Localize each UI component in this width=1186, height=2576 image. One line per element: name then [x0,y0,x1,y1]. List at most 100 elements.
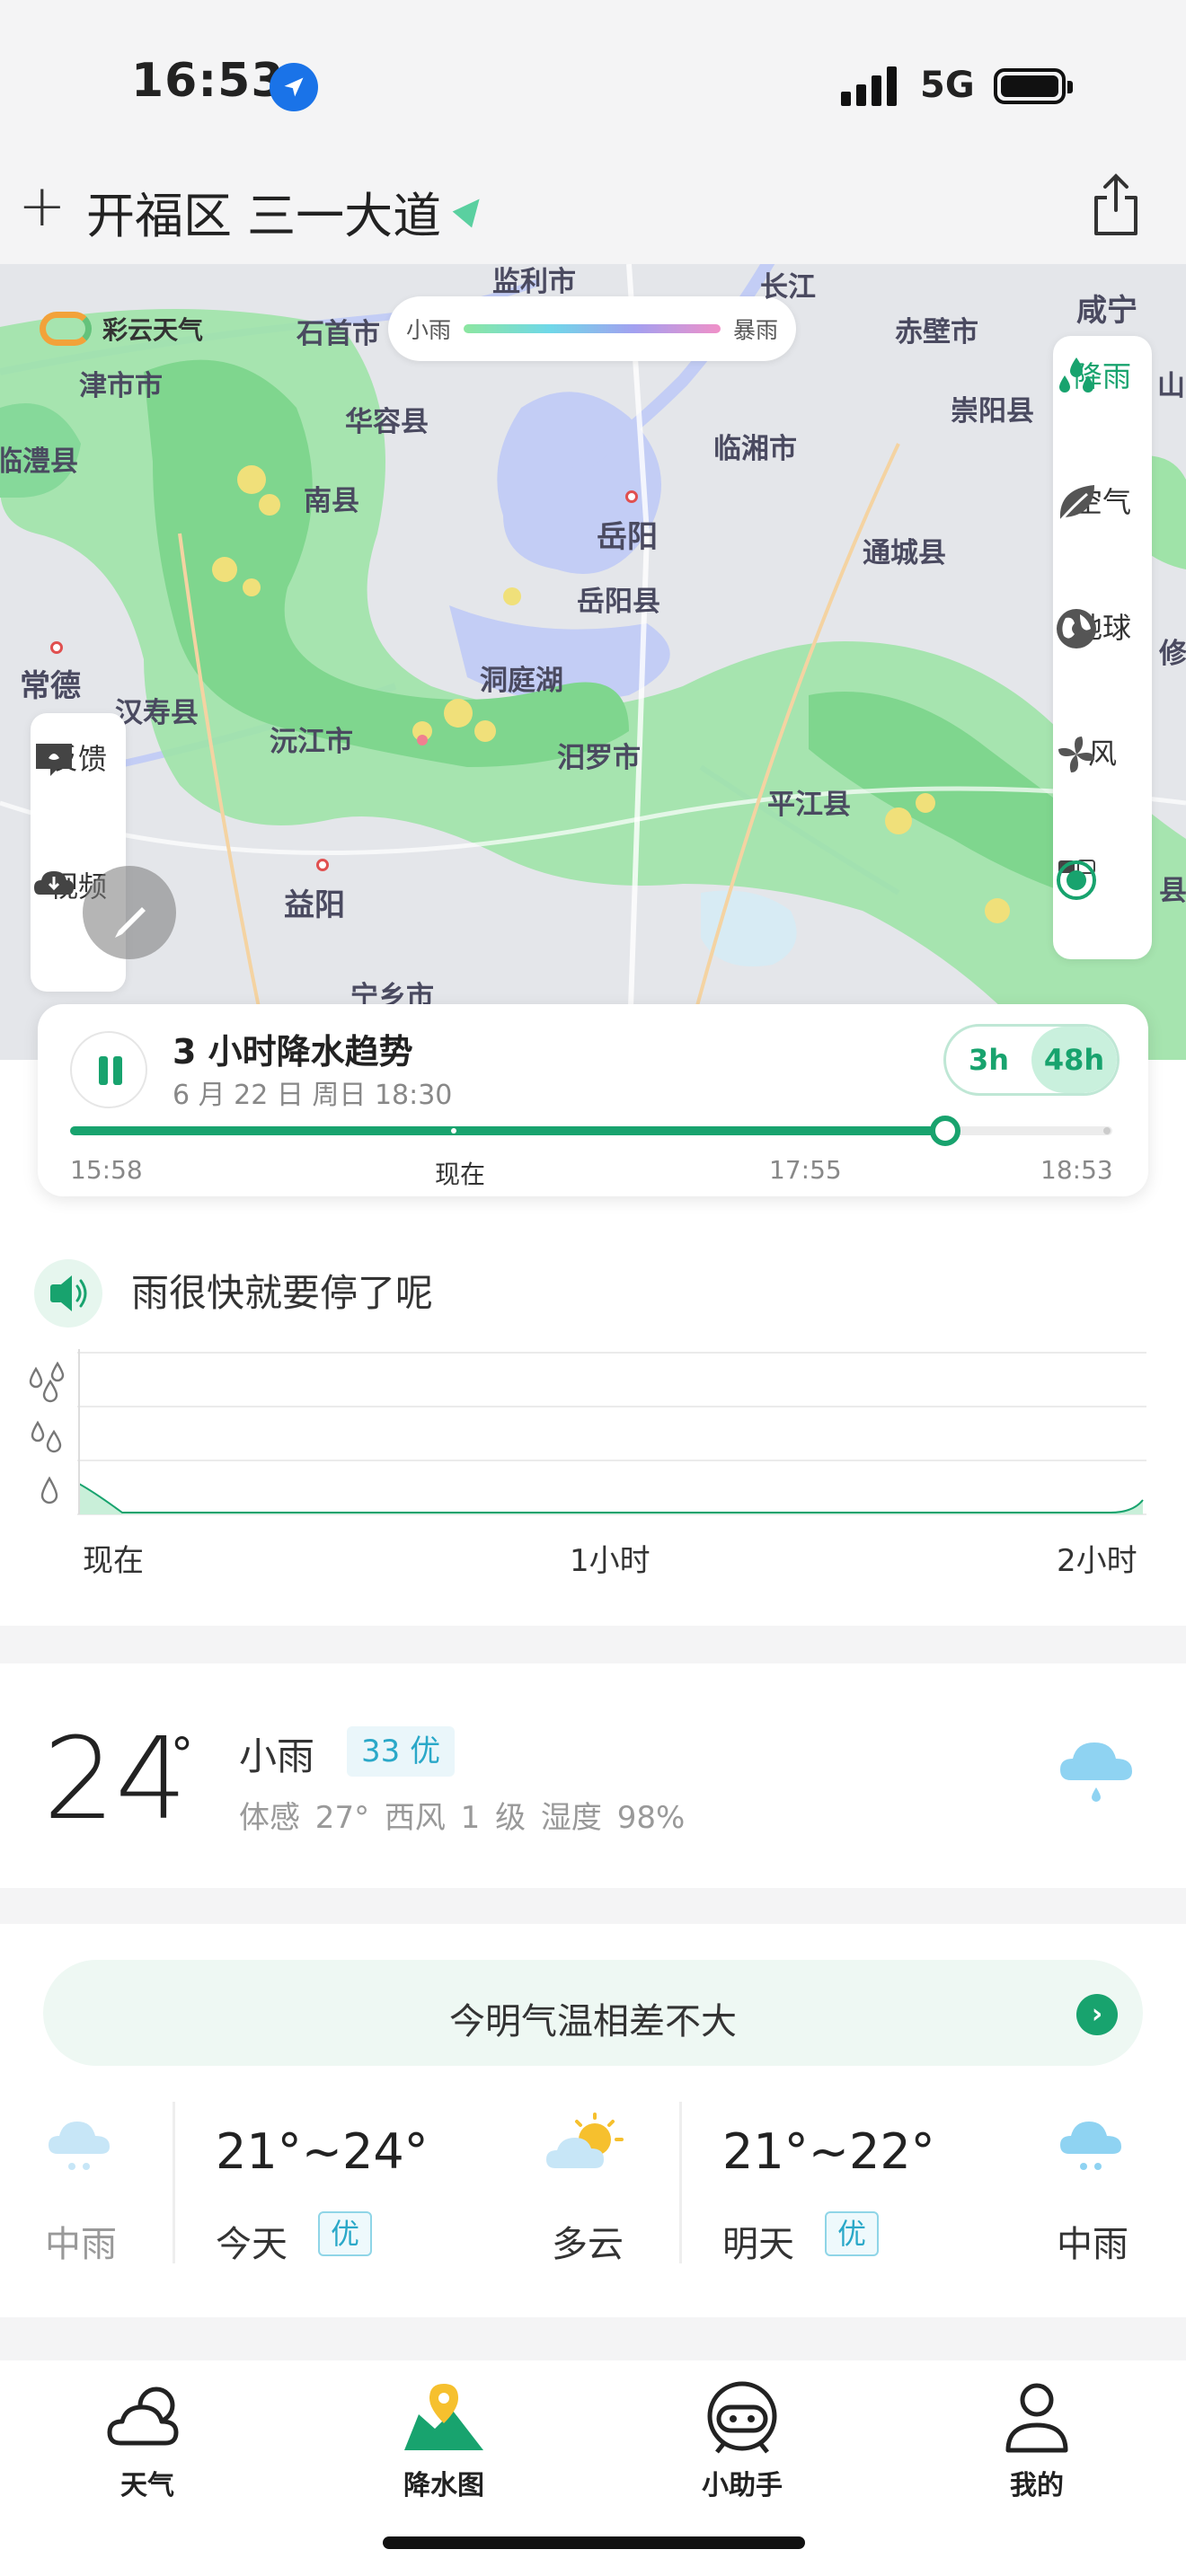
city-marker [316,859,329,871]
nav-profile[interactable]: 我的 [947,2378,1127,2502]
map-label: 临湘市 [713,433,797,465]
nav-assistant-label: 小助手 [702,2470,783,2501]
profile-icon [1005,2383,1068,2453]
video-icon [34,871,74,895]
feedback-button[interactable]: 反馈 [31,737,126,778]
map-label: 监利市 [492,266,576,298]
layer-rain-button[interactable]: 降雨 [1053,354,1152,395]
today-right-condition: 多云 [552,2224,624,2265]
x-label-1h: 1小时 [570,1543,651,1579]
assistant-icon [707,2381,777,2454]
clock: 16:53 [131,54,285,108]
legend-max-label: 暴雨 [732,317,778,343]
network-type: 5G [920,65,975,106]
map-label: 汨罗市 [557,742,641,774]
rain-map-icon [404,2384,483,2450]
home-indicator[interactable] [383,2536,805,2549]
map-label: 益阳 [284,887,345,923]
chevron-right-icon: › [1076,1994,1118,2035]
map-label: 洞庭湖 [480,665,563,697]
map-left-toolbar: 反馈 视频 [31,713,176,992]
map-label: 山 [1157,370,1185,402]
caiyun-logo-icon [40,312,92,346]
feedback-icon [36,744,72,776]
now-marker [451,1128,456,1134]
tomorrow-label: 明天 [722,2224,794,2265]
trend-card: 3 小时降水趋势 6 月 22 日 周日 18:30 3h 48h 15:58 … [38,1004,1148,1196]
map-label: 平江县 [767,789,851,821]
precipitation-legend: 小雨 暴雨 [388,296,796,361]
heavy-rain-drops-icon [29,1362,65,1403]
moderate-rain-drops-icon [31,1420,62,1453]
tomorrow-quality-badge: 优 [825,2211,880,2256]
legend-gradient [464,324,721,333]
layer-wind-button[interactable]: 风 [1053,731,1152,772]
map-label: 华容县 [345,406,429,438]
moderate-rain-cloud-icon [49,2122,110,2170]
aqi-badge[interactable]: 33 优 [347,1726,456,1777]
precip-message: 雨很快就要停了呢 [131,1271,434,1315]
nav-profile-label: 我的 [1010,2470,1064,2501]
degree-symbol: ° [171,1728,193,1780]
map-label: 石首市 [296,318,380,350]
range-48h-button[interactable]: 48h [1031,1027,1117,1093]
map-label: 修 [1159,638,1186,670]
precipitation-map[interactable]: 彩云天气 小雨 暴雨 监利市 长江 咸宁 石首市 赤壁市 津市市 华容县 崇阳县… [0,264,1186,1060]
x-label-now: 现在 [83,1543,144,1579]
speaker-icon [50,1275,87,1311]
map-label: 长江 [760,271,816,304]
share-button[interactable] [1089,171,1143,239]
speaker-button[interactable] [34,1259,102,1328]
map-label: 汉寿县 [115,697,199,729]
timeline-handle[interactable] [930,1116,961,1146]
precip-curve-chart [77,1349,1146,1515]
today-quality-badge: 优 [318,2211,373,2256]
nav-assistant[interactable]: 小助手 [652,2378,832,2502]
map-label: 岳阳县 [577,586,660,618]
range-3h-button[interactable]: 3h [946,1027,1031,1093]
status-bar: 16:53 5G [0,0,1186,171]
layer-air-button[interactable]: 空气 [1053,480,1152,522]
edit-overlay-button[interactable] [83,866,176,959]
add-location-button[interactable]: + [18,178,66,235]
nav-weather[interactable]: 天气 [58,2378,237,2502]
map-label: 津市市 [79,370,163,402]
locate-icon[interactable] [1053,857,1100,904]
divider [679,2102,682,2263]
nav-rain-map[interactable]: 降水图 [354,2378,534,2502]
map-layer-toolbar: 降雨 空气 地球 风 [1053,336,1152,959]
pause-button[interactable] [70,1031,147,1108]
city-marker [625,490,638,503]
tick-start: 15:58 [70,1155,143,1185]
end-marker [1103,1127,1111,1134]
city-marker [50,641,63,654]
location-title[interactable]: 开福区 三一大道 [86,176,441,247]
timeline-progress [70,1126,946,1135]
globe-icon [1057,609,1096,648]
temperature-tip-banner[interactable]: 今明气温相差不大 › [43,1960,1143,2066]
tick-end: 18:53 [1040,1155,1113,1185]
map-label: 临澧县 [0,446,78,478]
map-label: 咸宁 [1076,293,1137,329]
current-weather[interactable]: 24 ° 小雨 33 优 体感 27° 西风 1 级 湿度 98% [0,1663,1186,1888]
share-icon [1094,173,1137,235]
map-brand: 彩云天气 [40,311,203,347]
light-rain-cloud-icon [1060,1742,1132,1802]
tomorrow-right-condition: 中雨 [1057,2224,1128,2265]
location-pin-icon [452,190,490,228]
trend-date: 6 月 22 日 周日 18:30 [173,1080,453,1111]
today-range: 21°~24° [216,2123,429,2180]
layer-globe-button[interactable]: 地球 [1053,605,1152,648]
range-switch: 3h 48h [943,1024,1120,1096]
map-canvas [0,264,1186,1060]
map-label: 南县 [304,485,359,517]
nav-rain-map-label: 降水图 [403,2470,484,2501]
nav-weather-label: 天气 [120,2470,174,2501]
current-details: 体感 27° 西风 1 级 湿度 98% [239,1800,686,1836]
raindrops-icon [1059,357,1093,393]
timeline-slider[interactable] [70,1116,1112,1146]
banner-text: 今明气温相差不大 [449,2001,737,2042]
current-condition: 小雨 [239,1734,315,1778]
map-label: 沅江市 [270,726,353,758]
moderate-rain-cloud-icon [1060,2122,1121,2170]
